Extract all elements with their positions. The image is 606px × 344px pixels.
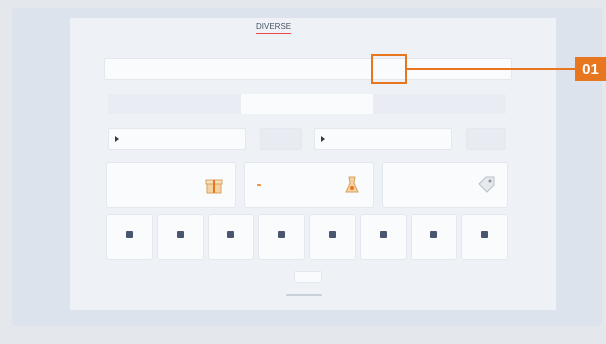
done-button[interactable]: [294, 271, 322, 283]
lab-card[interactable]: [244, 162, 374, 208]
gift-box-icon: [205, 179, 223, 194]
card-row: [106, 162, 508, 208]
tool-icon-row: [106, 214, 508, 260]
lab-flask-icon: [345, 176, 359, 193]
tool-lock[interactable]: [309, 214, 356, 260]
segmented-control: [108, 94, 506, 114]
lab-card-label: [255, 182, 261, 188]
tool-grid[interactable]: [106, 214, 153, 260]
tool-unlock[interactable]: [359, 214, 407, 260]
arrows-icon: [176, 230, 184, 238]
lock-icon: [328, 230, 336, 238]
play-triangle-icon: [321, 136, 325, 142]
grid-icon: [125, 230, 133, 238]
split-icon: [278, 230, 286, 238]
folder-icon: [481, 230, 489, 238]
field-2-action[interactable]: [466, 128, 506, 150]
home-indicator: [286, 294, 322, 296]
play-triangle-icon: [115, 136, 119, 142]
unlock-icon: [379, 230, 387, 238]
field-1-action[interactable]: [260, 128, 302, 150]
play-field-2[interactable]: [314, 128, 452, 150]
field-row: [108, 128, 506, 150]
segment-option-active[interactable]: [240, 94, 374, 114]
tab-diverse[interactable]: DIVERSE: [256, 22, 292, 34]
gift-card[interactable]: [106, 162, 236, 208]
callout-number-badge: 01: [575, 57, 606, 81]
callout-highlight-box: [371, 54, 407, 84]
check-icon: [430, 230, 438, 238]
status-badge: [257, 184, 261, 186]
segment-option[interactable]: [373, 94, 506, 114]
tool-split[interactable]: [258, 214, 305, 260]
tool-check[interactable]: [410, 214, 458, 260]
tool-pin[interactable]: [207, 214, 255, 260]
tag-card[interactable]: [382, 162, 508, 208]
segment-option[interactable]: [108, 94, 241, 114]
tab-bar: DIVERSE: [256, 22, 309, 34]
tool-folder[interactable]: [461, 214, 508, 260]
pin-icon: [227, 230, 235, 238]
tool-arrows[interactable]: [156, 214, 204, 260]
callout-leader-line: [407, 68, 575, 70]
play-field-1[interactable]: [108, 128, 246, 150]
tag-label-icon: [478, 176, 495, 193]
